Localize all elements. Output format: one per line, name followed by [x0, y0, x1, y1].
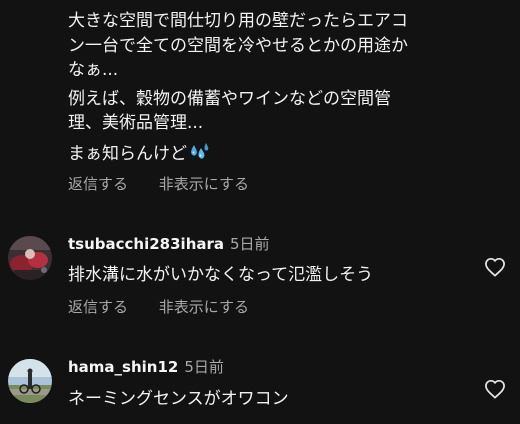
heart-icon[interactable]	[484, 379, 506, 399]
reply-button[interactable]: 返信する	[68, 296, 128, 317]
reply-button[interactable]: 返信する	[68, 173, 128, 194]
comment-paragraph-text: まぁ知らんけど	[68, 143, 187, 164]
avatar[interactable]	[8, 359, 52, 403]
avatar[interactable]	[8, 236, 52, 280]
comment-header: tsubacchi283ihara 5日前	[68, 233, 270, 254]
heart-icon[interactable]	[484, 257, 506, 277]
comment-text: 排水溝に水がいかなくなって氾濫しそう	[68, 265, 374, 285]
username[interactable]: hama_shin12	[68, 358, 178, 376]
avatar-image	[8, 236, 52, 280]
comment-actions: 返信する 非表示にする	[68, 296, 275, 317]
parent-comment-body: 大きな空間で間仕切り用の壁だったらエアコ ン一台で全ての空間を冷やせるとかの用途…	[68, 9, 488, 166]
comment-paragraph: 大きな空間で間仕切り用の壁だったらエアコ ン一台で全ての空間を冷やせるとかの用途…	[68, 11, 408, 80]
timestamp: 5日前	[230, 235, 270, 253]
comment-header: hama_shin12 5日前	[68, 356, 224, 377]
comment-text: ネーミングセンスがオワコン	[68, 389, 289, 409]
comment-paragraph: まぁ知らんけど	[68, 142, 488, 167]
parent-comment-actions: 返信する 非表示にする	[68, 173, 275, 194]
hide-button[interactable]: 非表示にする	[159, 173, 249, 194]
hide-button[interactable]: 非表示にする	[159, 296, 249, 317]
avatar-image	[8, 359, 52, 403]
username[interactable]: tsubacchi283ihara	[68, 235, 224, 253]
comment-paragraph: 例えば、穀物の備蓄やワインなどの空間管 理、美術品管理...	[68, 88, 391, 134]
sweat-droplets-icon	[191, 142, 209, 159]
timestamp: 5日前	[184, 358, 224, 376]
